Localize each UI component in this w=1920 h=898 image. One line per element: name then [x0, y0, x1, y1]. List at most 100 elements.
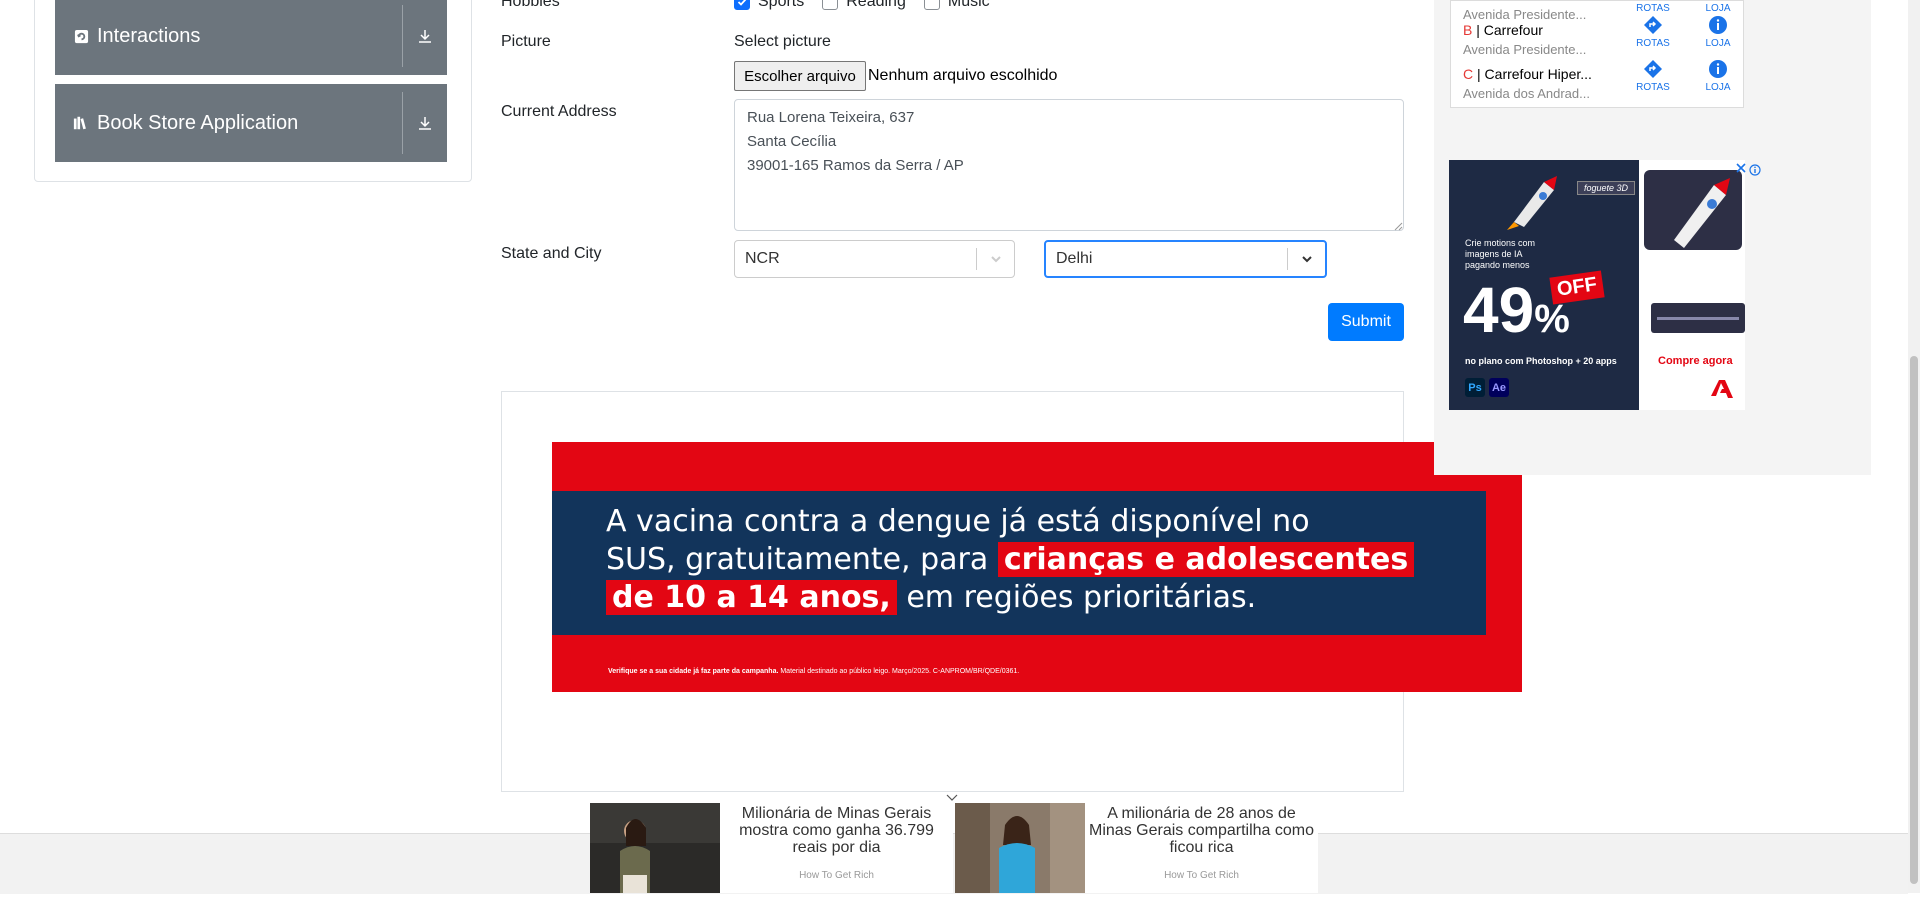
bottom-ad-strip [0, 833, 1908, 894]
address-line: 39001-165 Ramos da Serra / AP [747, 157, 964, 174]
photoshop-icon: Ps [1465, 378, 1485, 397]
sidebar-item-label: Book Store Application [97, 111, 299, 134]
rocket-icon [1499, 172, 1569, 232]
hobby-label: Music [947, 0, 990, 10]
sidebar-item-label: Interactions [97, 24, 201, 47]
checkbox-icon [923, 0, 940, 10]
ad-plan-text: no plano com Photoshop + 20 apps [1465, 356, 1617, 366]
rotas-label: ROTAS [1636, 3, 1670, 14]
current-address-textarea[interactable]: Rua Lorena Teixeira, 637 Santa Cecília 3… [734, 99, 1404, 231]
submit-button[interactable]: Submit [1328, 303, 1404, 341]
loja-link[interactable]: LOJA [1703, 3, 1733, 14]
loja-label: LOJA [1705, 38, 1731, 49]
hobby-label: Reading [846, 0, 906, 10]
hobbies-label: Hobbies [501, 0, 560, 10]
store-name-text: Carrefour [1483, 22, 1543, 38]
news-source: How To Get Rich [1164, 870, 1239, 881]
store-address: Avenida dos Andrad... [1463, 86, 1590, 101]
directions-icon [1644, 16, 1662, 34]
banner-highlight: de 10 a 14 anos, [606, 580, 897, 615]
timeline-bar [1657, 317, 1739, 320]
rocket-image [1644, 170, 1742, 250]
download-arrow-icon [403, 28, 447, 44]
banner-text: SUS, gratuitamente, para [606, 542, 998, 577]
store-name-text: Carrefour Hiper... [1484, 66, 1592, 82]
timeline-image [1651, 303, 1745, 333]
state-value: NCR [745, 250, 780, 267]
address-line: Santa Cecília [747, 133, 837, 150]
news-card[interactable]: A milionária de 28 anos de Minas Gerais … [955, 803, 1318, 893]
choose-file-button[interactable]: Escolher arquivo [734, 61, 866, 91]
file-status: Nenhum arquivo escolhido [868, 67, 1058, 84]
store-locator-ad[interactable]: Avenida Presidente... ROTAS LOJA B | Car… [1450, 0, 1744, 108]
info-icon [1709, 16, 1727, 34]
banner-footer: Verifique se a sua cidade já faz parte d… [608, 668, 1019, 675]
news-title: A milionária de 28 anos de Minas Gerais … [1089, 805, 1314, 856]
banner-highlight: crianças e adolescentes [997, 542, 1415, 577]
store-address: Avenida Presidente... [1463, 42, 1587, 57]
news-source: How To Get Rich [799, 870, 874, 881]
ad-tag: foguete 3D [1577, 181, 1636, 195]
download-arrow-icon [403, 115, 447, 131]
ad-headline: Crie motions com imagens de IA pagando m… [1465, 238, 1536, 270]
after-effects-icon: Ae [1489, 378, 1509, 397]
sidebar-item-interactions[interactable]: Interactions [55, 0, 447, 75]
adobe-logo-icon [1711, 380, 1733, 403]
checkbox-icon [822, 0, 839, 10]
state-select[interactable]: NCR [734, 240, 1015, 278]
interactions-icon [73, 28, 89, 44]
banner-footer-bold: Verifique se a sua cidade já faz parte d… [608, 668, 779, 675]
resize-handle-icon[interactable] [1393, 221, 1403, 231]
dengue-vaccine-banner[interactable]: A vacina contra a dengue já está disponí… [552, 442, 1522, 692]
banner-text: em regiões prioritárias. [896, 580, 1257, 615]
chevron-down-icon [977, 252, 1014, 266]
city-value: Delhi [1056, 250, 1093, 267]
store-name: C | Carrefour Hiper... [1463, 66, 1592, 82]
close-ad-icon[interactable] [1735, 161, 1747, 179]
address-label: Current Address [501, 103, 617, 120]
store-letter: B [1463, 22, 1473, 38]
loja-link[interactable]: LOJA [1703, 15, 1733, 49]
select-picture-label: Select picture [734, 33, 831, 50]
ad-app-icons: Ps Ae [1465, 378, 1509, 397]
checkbox-checked-icon [734, 0, 750, 10]
banner-line-1: A vacina contra a dengue já está disponí… [606, 504, 1310, 539]
chevron-down-icon [1288, 252, 1325, 266]
hobby-sports-checkbox[interactable]: Sports [734, 0, 804, 11]
address-line: Rua Lorena Teixeira, 637 [747, 109, 915, 126]
scrollbar-thumb[interactable] [1910, 356, 1918, 884]
loja-link[interactable]: LOJA [1703, 59, 1733, 93]
rotas-label: ROTAS [1636, 82, 1670, 93]
hobby-music-checkbox[interactable]: Music [923, 0, 990, 11]
hobby-reading-checkbox[interactable]: Reading [822, 0, 906, 11]
banner-footer-text: Material destinado ao público leigo. Mar… [778, 668, 1020, 675]
store-name: B | Carrefour [1463, 22, 1543, 38]
loja-label: LOJA [1705, 3, 1731, 14]
news-card[interactable]: Milionária de Minas Gerais mostra como g… [590, 803, 953, 893]
store-letter: C [1463, 66, 1474, 82]
page-scrollbar[interactable] [1908, 0, 1920, 893]
picture-label: Picture [501, 33, 551, 50]
store-row[interactable]: C | Carrefour Hiper... Avenida dos Andra… [1463, 59, 1743, 101]
hobby-label: Sports [758, 0, 805, 10]
adobe-ad[interactable]: foguete 3D Crie motions com imagens de I… [1449, 160, 1745, 410]
banner-line-2: SUS, gratuitamente, para crianças e adol… [606, 542, 1415, 577]
rotas-link[interactable]: ROTAS [1633, 3, 1673, 14]
sidebar-item-book-store[interactable]: Book Store Application [55, 84, 447, 162]
rotas-link[interactable]: ROTAS [1633, 15, 1673, 49]
news-thumbnail [590, 803, 720, 893]
directions-icon [1644, 60, 1662, 78]
hobbies-group: Sports Reading Music [734, 0, 1008, 11]
ad-percent-sign: % [1534, 297, 1570, 341]
news-title: Milionária de Minas Gerais mostra como g… [739, 805, 934, 856]
rotas-label: ROTAS [1636, 38, 1670, 49]
news-thumbnail [955, 803, 1085, 893]
city-select[interactable]: Delhi [1044, 240, 1327, 278]
ad-percent-number: 49 [1463, 274, 1535, 346]
state-city-label: State and City [501, 245, 602, 262]
adchoices-icon[interactable] [1749, 163, 1761, 181]
book-store-icon [73, 115, 89, 131]
rotas-link[interactable]: ROTAS [1633, 59, 1673, 93]
loja-label: LOJA [1705, 82, 1731, 93]
store-row[interactable]: B | Carrefour Avenida Presidente... ROTA… [1463, 15, 1743, 57]
